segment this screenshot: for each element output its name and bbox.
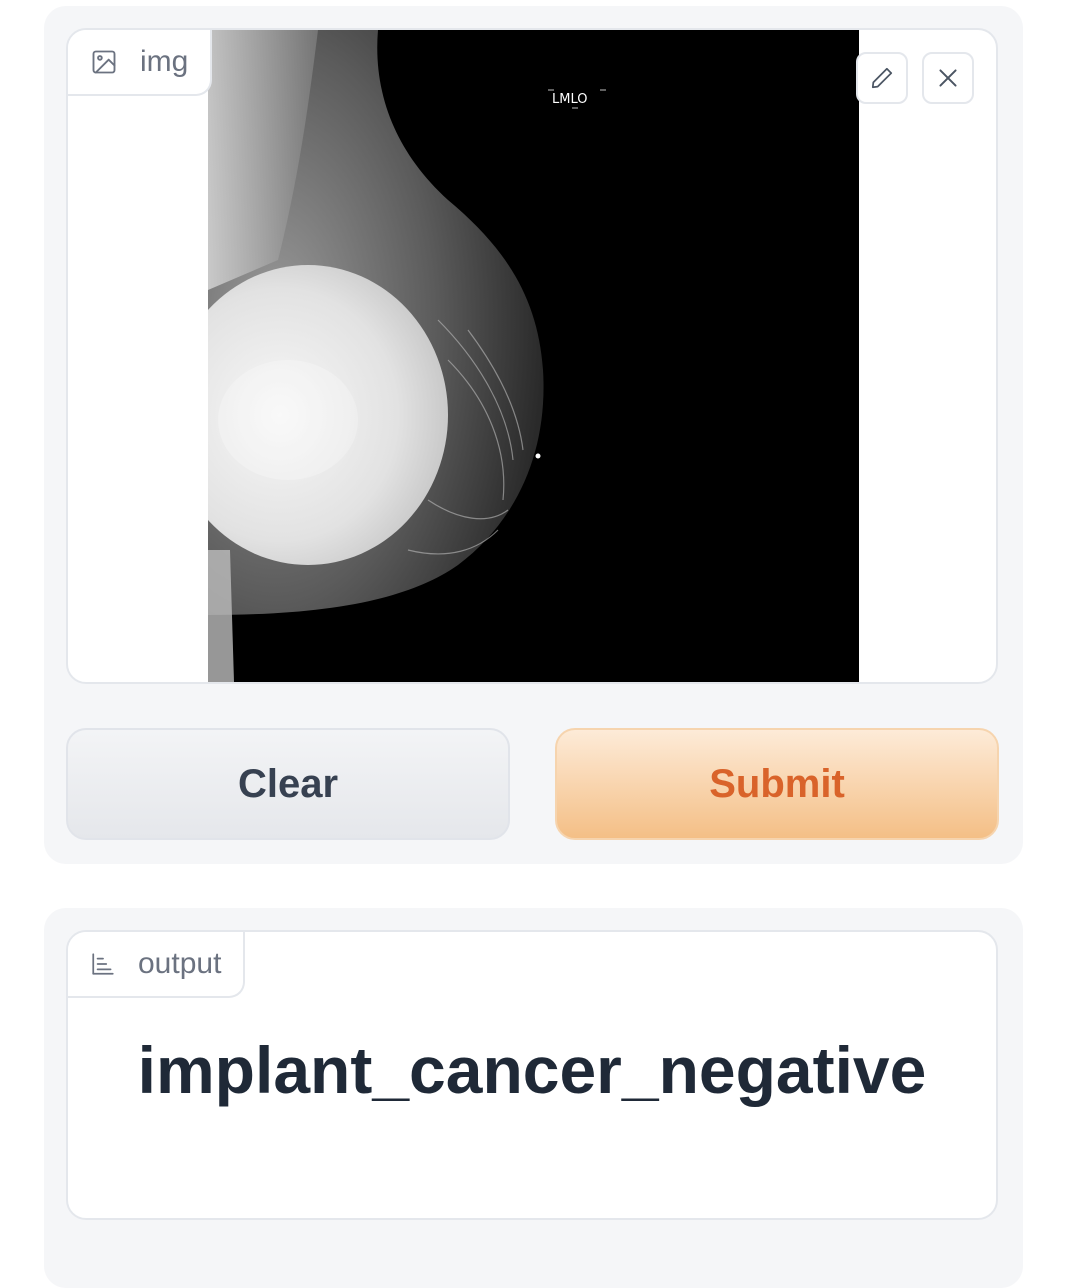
image-input-card[interactable]: img LMLO: [66, 28, 998, 684]
output-label: output: [138, 947, 222, 980]
close-icon: [939, 69, 957, 87]
remove-image-button[interactable]: [922, 52, 974, 104]
output-card: output implant_cancer_negative: [66, 930, 998, 1220]
input-panel: img LMLO Clear Submit: [44, 6, 1023, 864]
image-icon: [92, 50, 116, 74]
classification-result: implant_cancer_negative: [137, 1033, 927, 1107]
clear-button[interactable]: Clear: [66, 728, 510, 840]
mammogram-image: LMLO: [208, 30, 859, 682]
view-tag: LMLO: [552, 92, 587, 107]
pencil-icon: [871, 67, 893, 89]
output-panel: output implant_cancer_negative: [44, 908, 1023, 1288]
output-label-tab: output: [68, 932, 246, 998]
image-label-tab: img: [68, 30, 213, 96]
bar-chart-icon: [92, 953, 114, 975]
image-label: img: [140, 45, 189, 78]
submit-button[interactable]: Submit: [555, 728, 999, 840]
edit-button[interactable]: [856, 52, 908, 104]
